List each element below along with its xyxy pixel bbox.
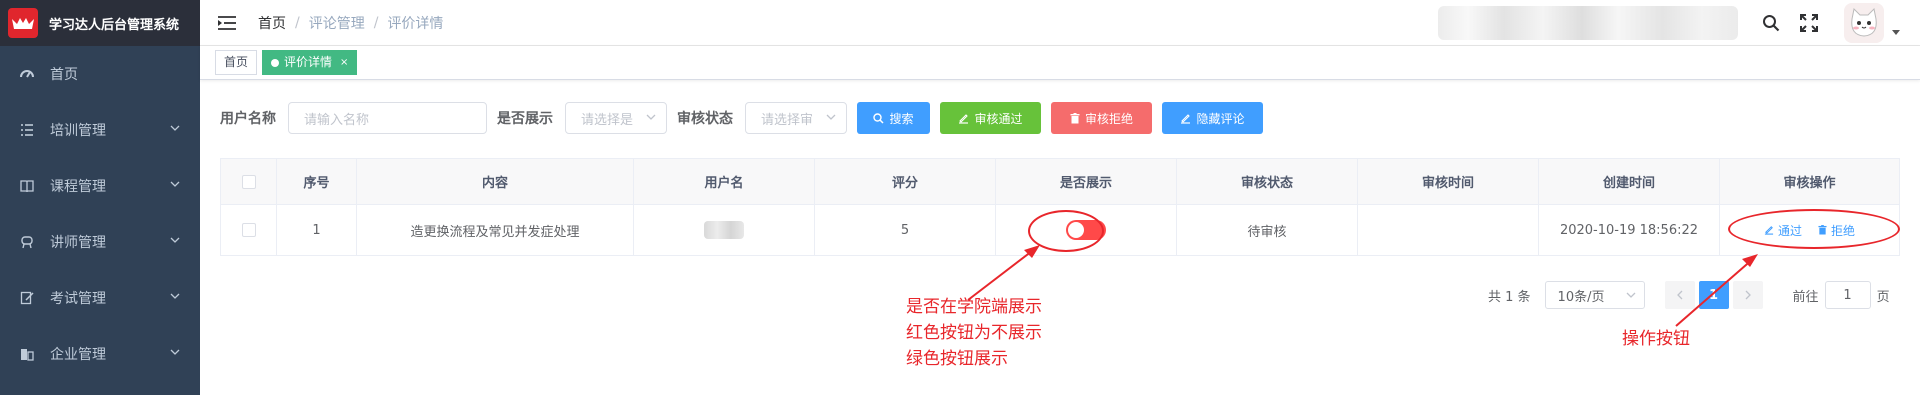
annotation-line: 绿色按钮展示 [906,349,1008,369]
annotation-line: 红色按钮为不展示 [906,323,1042,343]
annotation-line: 是否在学院端展示 [906,297,1042,317]
annotation-arrow-switch [967,247,1037,301]
annotation-arrow-actions [1675,257,1755,327]
annotation-actions-note: 操作按钮 [1622,329,1690,349]
annotation-switch-note: 是否在学院端展示 红色按钮为不展示 绿色按钮展示 [906,294,1042,372]
